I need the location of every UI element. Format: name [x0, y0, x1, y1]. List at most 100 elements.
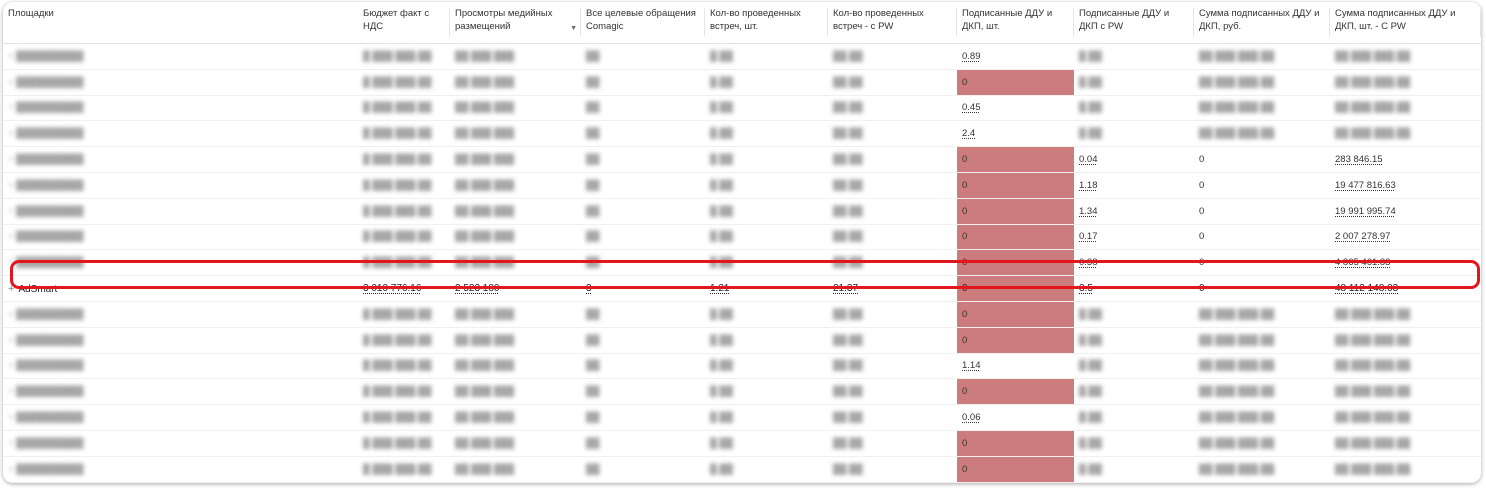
expand-plus-icon[interactable]: + — [8, 283, 14, 295]
table-row[interactable]: + ██████████ █ ███ ███.██ ██ ███ ███ ██ █.██… — [3, 378, 1481, 406]
cell-value[interactable]: 19 991 995.74 — [1335, 206, 1396, 217]
cell-value[interactable]: 0 — [962, 438, 967, 449]
cell-value[interactable]: 0 — [962, 335, 967, 346]
obscured-value: ██ ███ ███.██ — [1199, 386, 1275, 398]
cell-value[interactable]: 0 — [1199, 231, 1204, 242]
cell-col-9: ██ ███ ███.██ — [1330, 95, 1481, 122]
cell-value[interactable]: 0 — [962, 386, 967, 397]
column-header-2[interactable]: Просмотры медийных размещений ▼ — [450, 2, 581, 44]
obscured-value: ██ ███ ███.██ — [1199, 308, 1275, 320]
table-row[interactable]: + ██████████ █ ███ ███.██ ██ ███ ███ ██ █.██… — [3, 249, 1481, 277]
table-row[interactable]: + ██████████ █ ███ ███.██ ██ ███ ███ ██ █.██… — [3, 172, 1481, 199]
cell-value[interactable]: 0.38 — [1079, 257, 1098, 268]
cell-col-0: + ██████████ — [3, 120, 358, 148]
cell-col-9: ██ ███ ███.██ — [1330, 353, 1481, 380]
column-header-label: Кол-во проведенных встреч, шт. — [710, 8, 801, 32]
cell-value[interactable]: 4 865 461.83 — [1335, 257, 1390, 268]
cell-value[interactable]: 0.89 — [962, 51, 981, 62]
column-header-label: Бюджет факт с НДС — [363, 8, 430, 32]
table-row[interactable]: + ██████████ █ ███ ███.██ ██ ███ ███ ██ █.██… — [3, 224, 1481, 251]
cell-value[interactable]: 2.4 — [962, 128, 975, 139]
cell-value[interactable]: 0 — [962, 309, 967, 320]
total-row[interactable]: + ███████████ ███ ███.████ ███ ██████.██… — [3, 482, 1481, 483]
column-header-8[interactable]: Сумма подписанных ДДУ и ДКП, руб. — [1194, 2, 1330, 44]
column-resize-handle[interactable] — [1480, 8, 1481, 37]
column-header-4[interactable]: Кол-во проведенных встреч, шт. — [705, 2, 828, 44]
cell-value[interactable]: 0 — [962, 206, 967, 217]
table-row-adsmart[interactable]: + AdSmart 3 010 776.16 2 523 180 3 1.21 21.37 0… — [3, 275, 1481, 302]
table-row[interactable]: + ██████████ █ ███ ███.██ ██ ███ ███ ██ █.██… — [3, 353, 1481, 380]
cell-col-6: 0 — [957, 69, 1074, 96]
table-row[interactable]: + ██████████ █ ███ ███.██ ██ ███ ███ ██ █.██… — [3, 69, 1481, 96]
report-table: Площадки Бюджет факт с НДС Просмотры медий… — [3, 2, 1481, 483]
column-header-9[interactable]: Сумма подписанных ДДУ и ДКП, шт. - С PW — [1330, 2, 1481, 44]
cell-value[interactable]: 0 — [1199, 283, 1205, 294]
obscured-value: ██ ███ ███ — [455, 205, 515, 217]
cell-value[interactable]: 0 — [962, 77, 967, 88]
obscured-value: ██ ███ ███.██ — [1335, 50, 1411, 62]
cell-value[interactable]: 0 — [962, 283, 968, 294]
cell-col-5: ██.██ — [828, 404, 957, 431]
obscured-value: █.██ — [710, 179, 733, 191]
cell-value[interactable]: 0.45 — [962, 102, 981, 113]
column-header-0[interactable]: Площадки — [3, 2, 358, 44]
cell-value[interactable]: 21.37 — [833, 283, 858, 294]
cell-value[interactable]: 0 — [962, 464, 967, 475]
cell-value[interactable]: 3 — [586, 283, 592, 294]
cell-col-4: █.██ — [705, 378, 828, 406]
table-row[interactable]: + ██████████ █ ███ ███.██ ██ ███ ███ ██ █.██… — [3, 301, 1481, 328]
cell-value[interactable]: 1.18 — [1079, 180, 1098, 191]
cell-value[interactable]: 19 477 816.63 — [1335, 180, 1396, 191]
cell-value[interactable]: 0 — [962, 257, 967, 268]
cell-value[interactable]: 0.17 — [1079, 231, 1098, 242]
table-row[interactable]: + ██████████ █ ███ ███.██ ██ ███ ███ ██ █.██… — [3, 43, 1481, 70]
table-row[interactable]: + ██████████ █ ███ ███.██ ██ ███ ███ ██ █.██… — [3, 95, 1481, 122]
sort-desc-icon[interactable]: ▼ — [570, 22, 577, 35]
table-row[interactable]: + ██████████ █ ███ ███.██ ██ ███ ███ ██ █.██… — [3, 404, 1481, 431]
cell-value[interactable]: 0 — [962, 180, 967, 191]
cell-col-1: █ ███ ███.██ — [358, 198, 450, 225]
cell-col-1: █ ███ ███.██ — [358, 353, 450, 380]
obscured-value: + ██████████ — [8, 76, 84, 88]
cell-col-9: ██ ███ ███.██ — [1330, 430, 1481, 457]
cell-value[interactable]: 0 — [1199, 257, 1204, 268]
table-row[interactable]: + ██████████ █ ███ ███.██ ██ ███ ███ ██ █.██… — [3, 146, 1481, 173]
column-header-1[interactable]: Бюджет факт с НДС — [358, 2, 450, 44]
cell-value[interactable]: 2 007 278.97 — [1335, 231, 1390, 242]
cell-value[interactable]: 0.04 — [1079, 154, 1098, 165]
cell-value[interactable]: 48 112 148.03 — [1335, 283, 1398, 294]
cell-value[interactable]: 2 523 180 — [455, 283, 500, 294]
cell-col-8: 0 — [1194, 224, 1330, 251]
cell-col-5: ██.██ — [828, 327, 957, 354]
obscured-value: + ██████████ — [8, 128, 84, 140]
cell-value[interactable]: 0 — [1199, 154, 1204, 165]
cell-col-0: + ██████████ — [3, 146, 358, 173]
obscured-value: ██ — [586, 76, 600, 88]
cell-value[interactable]: 1.14 — [962, 360, 981, 371]
cell-value[interactable]: 1.21 — [710, 283, 729, 294]
column-header-label: Сумма подписанных ДДУ и ДКП, руб. — [1199, 8, 1320, 32]
table-row[interactable]: + ██████████ █ ███ ███.██ ██ ███ ███ ██ █.██… — [3, 120, 1481, 148]
table-row[interactable]: + ██████████ █ ███ ███.██ ██ ███ ███ ██ █.██… — [3, 456, 1481, 483]
column-header-3[interactable]: Все целевые обращения Comagic — [581, 2, 705, 44]
cell-value[interactable]: 0.06 — [962, 412, 981, 423]
cell-value[interactable]: 3 010 776.16 — [363, 283, 421, 294]
cell-value[interactable]: 0 — [962, 154, 967, 165]
table-row[interactable]: + ██████████ █ ███ ███.██ ██ ███ ███ ██ █.██… — [3, 327, 1481, 354]
cell-col-5: ██.██ — [828, 198, 957, 225]
table-row[interactable]: + ██████████ █ ███ ███.██ ██ ███ ███ ██ █.██… — [3, 198, 1481, 225]
obscured-value: █.██ — [710, 102, 733, 114]
cell-value[interactable]: 0 — [1199, 206, 1204, 217]
table-row[interactable]: + ██████████ █ ███ ███.██ ██ ███ ███ ██ █.██… — [3, 430, 1481, 457]
cell-value[interactable]: 283 846.15 — [1335, 154, 1383, 165]
cell-value[interactable]: 3.5 — [1079, 283, 1093, 294]
cell-value[interactable]: 0 — [962, 231, 967, 242]
cell-col-3: ██ — [581, 172, 705, 199]
column-header-6[interactable]: Подписанные ДДУ и ДКП, шт. — [957, 2, 1074, 44]
column-header-7[interactable]: Подписанные ДДУ и ДКП с PW — [1074, 2, 1194, 44]
obscured-value: █ ███ ███.██ — [363, 257, 432, 269]
column-header-5[interactable]: Кол-во проведенных встреч - с PW — [828, 2, 957, 44]
cell-value[interactable]: 0 — [1199, 180, 1204, 191]
cell-value[interactable]: 1.34 — [1079, 206, 1098, 217]
cell-col-6: 0 — [957, 327, 1074, 354]
